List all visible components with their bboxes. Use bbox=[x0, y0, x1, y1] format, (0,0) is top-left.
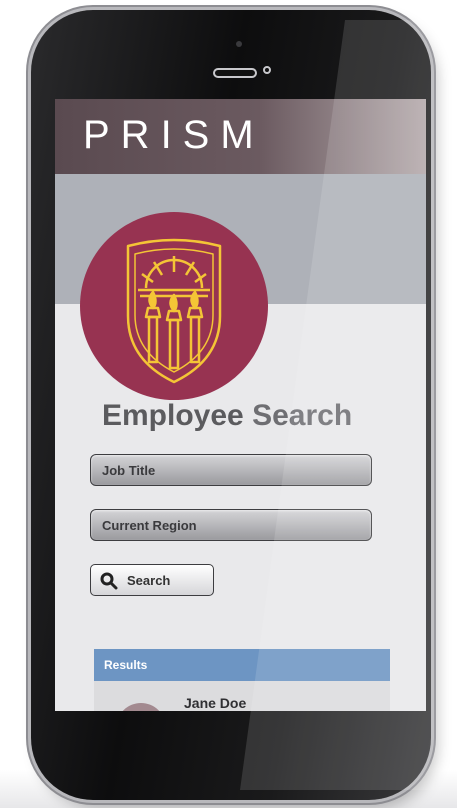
result-name: Jane Doe bbox=[184, 695, 247, 711]
search-button-label: Search bbox=[127, 573, 171, 588]
app-header: PRISM bbox=[55, 99, 426, 174]
avatar bbox=[116, 703, 166, 711]
results-title: Results bbox=[104, 658, 148, 672]
earpiece-speaker bbox=[213, 68, 257, 78]
front-camera bbox=[236, 41, 242, 47]
university-logo bbox=[80, 212, 268, 400]
results-header: Results bbox=[94, 649, 390, 681]
page-title: Employee Search bbox=[102, 399, 352, 433]
heading-part1: Employee bbox=[102, 399, 244, 432]
heading-part2: Search bbox=[252, 399, 353, 432]
shield-icon bbox=[126, 238, 222, 384]
phone-screen: PRISM Employee Search Job Title Current … bbox=[55, 99, 426, 711]
proximity-sensor bbox=[263, 66, 271, 74]
job-title-input[interactable]: Job Title bbox=[90, 454, 372, 486]
region-placeholder: Current Region bbox=[102, 518, 197, 533]
region-input[interactable]: Current Region bbox=[90, 509, 372, 541]
search-icon bbox=[100, 572, 118, 590]
job-title-placeholder: Job Title bbox=[102, 463, 156, 478]
app-title: PRISM bbox=[83, 113, 265, 157]
result-item[interactable]: Jane Doe bbox=[94, 681, 390, 711]
search-button[interactable]: Search bbox=[90, 564, 214, 596]
